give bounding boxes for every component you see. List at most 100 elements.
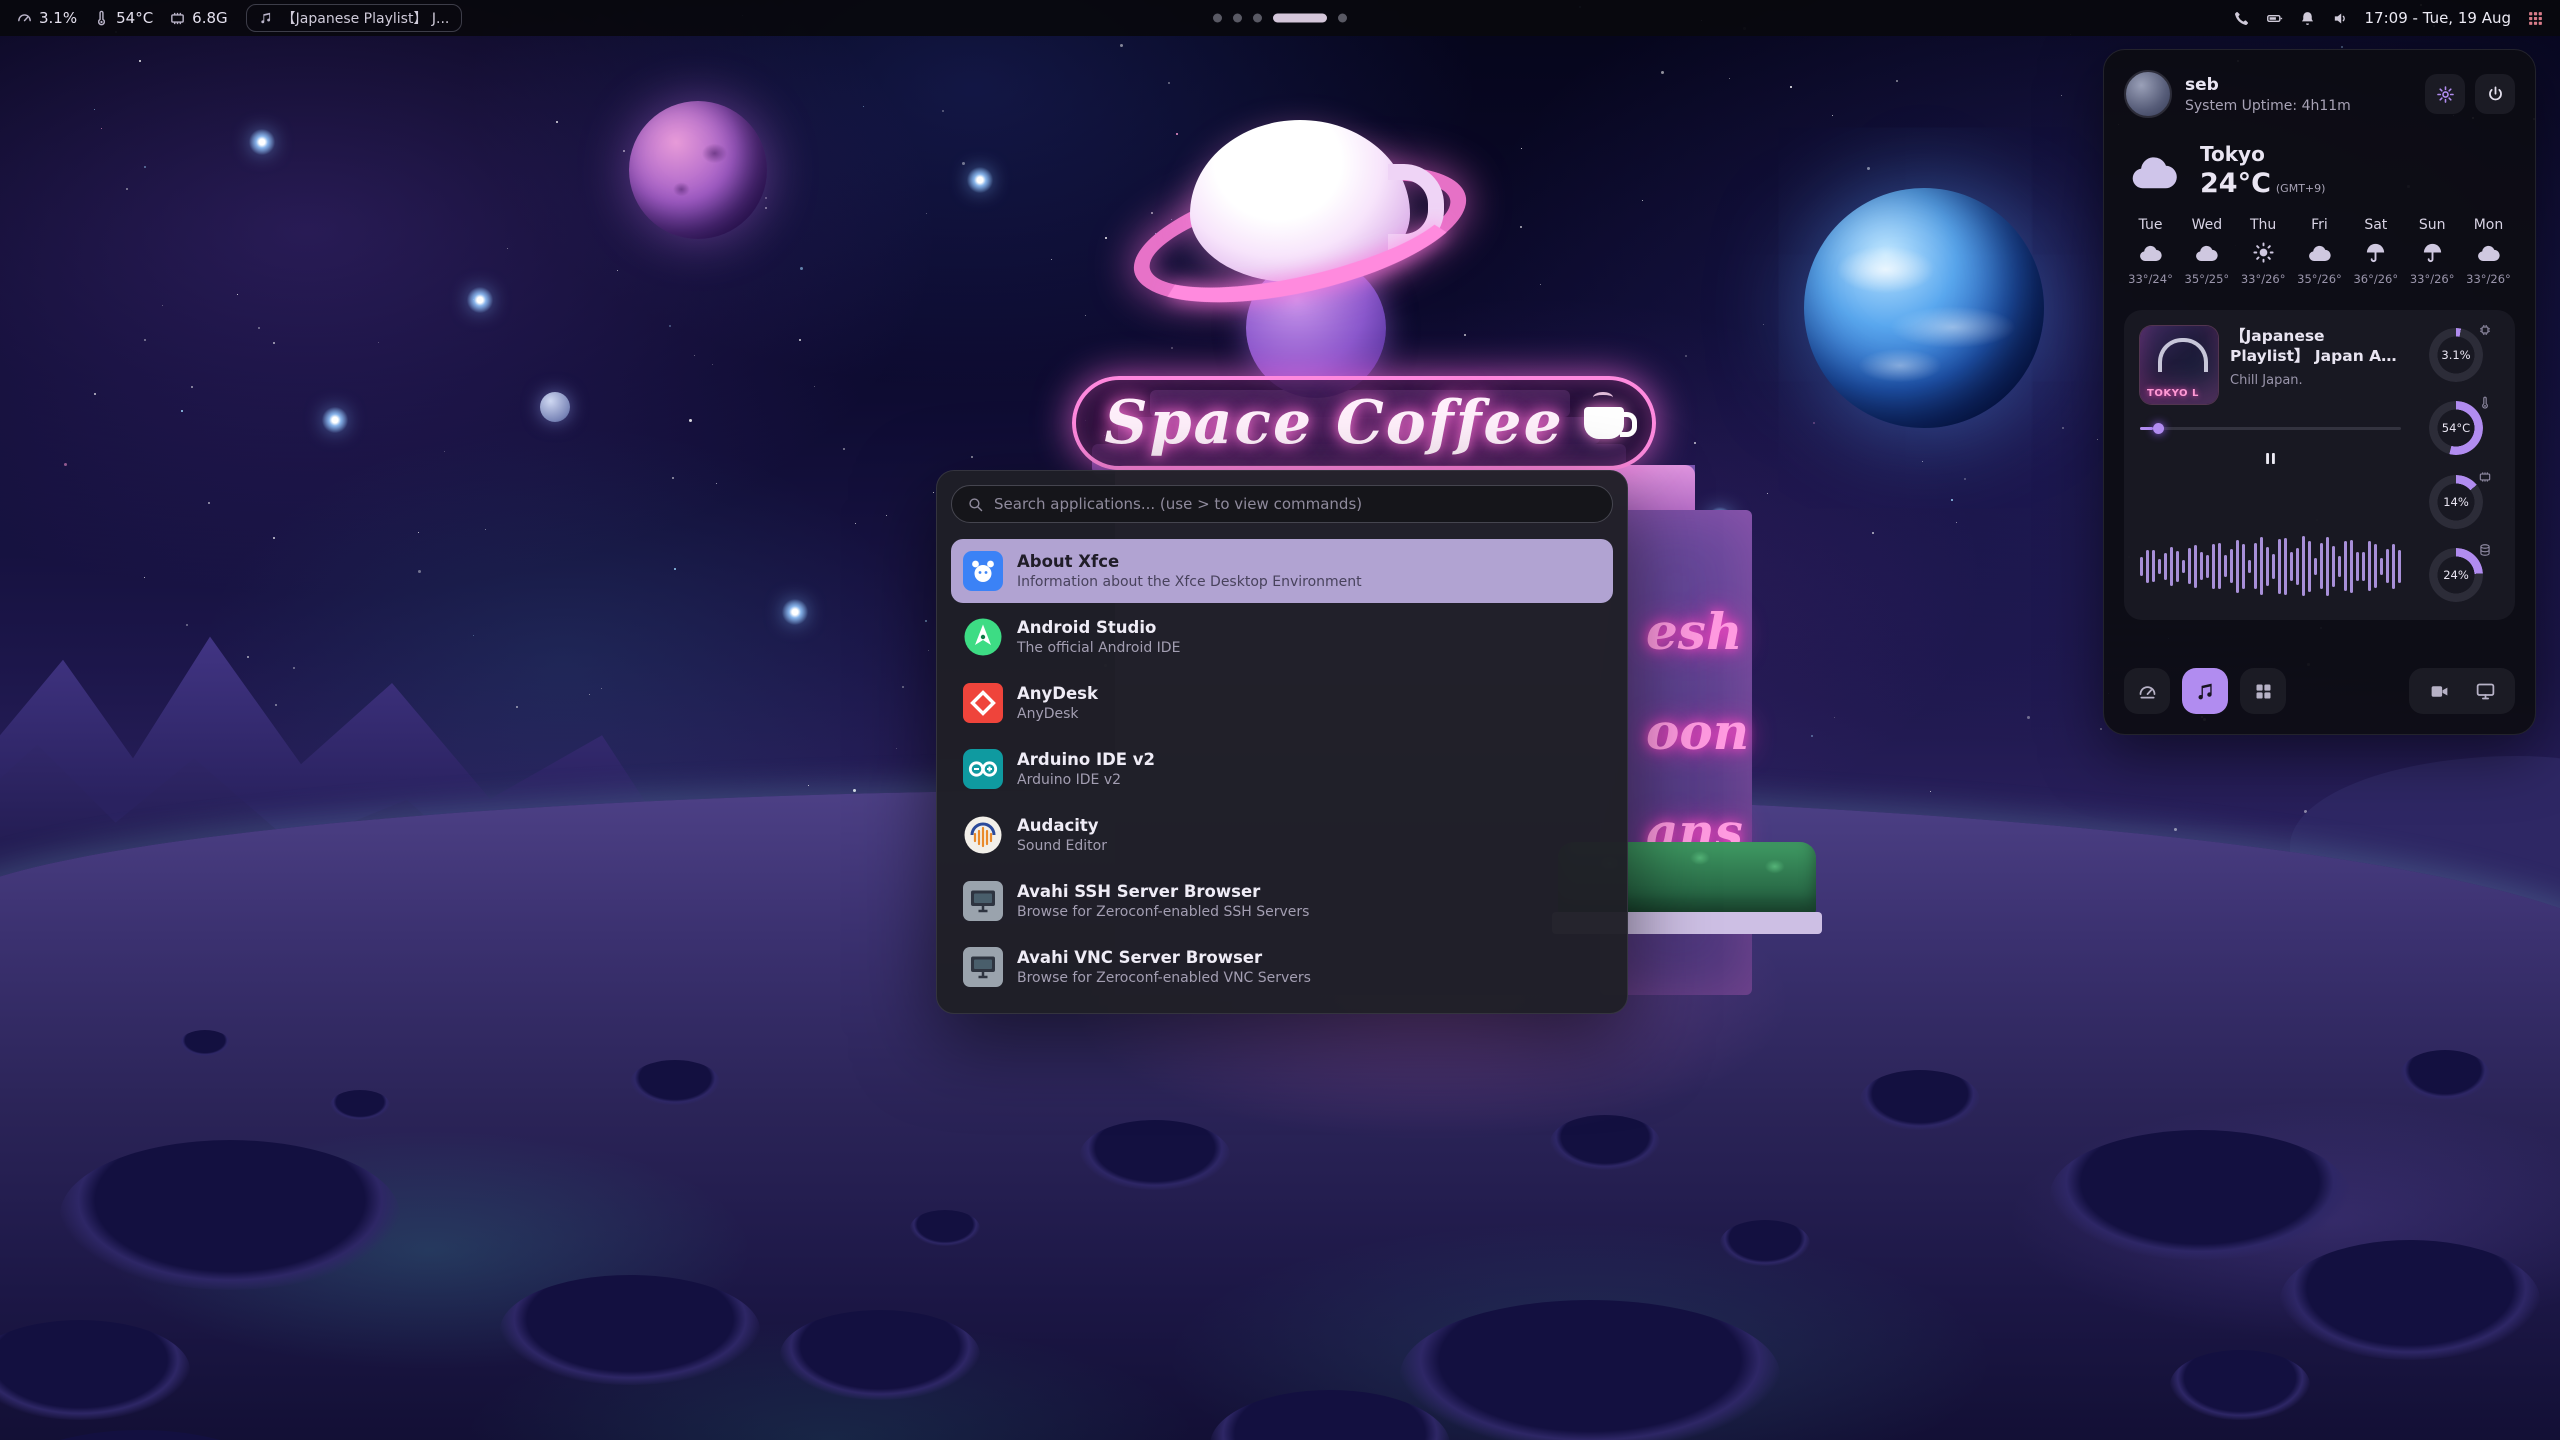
forecast-day: Sat <box>2364 217 2387 233</box>
workspace-4[interactable] <box>1273 14 1327 23</box>
crater <box>330 1090 390 1120</box>
stat-value: 6.8G <box>192 9 227 27</box>
app-description: Arduino IDE v2 <box>1017 772 1155 788</box>
settings-button[interactable] <box>2425 74 2465 114</box>
bell-icon[interactable] <box>2299 10 2316 27</box>
seek-slider[interactable] <box>2140 422 2401 435</box>
crater <box>0 1320 190 1420</box>
workspace-5[interactable] <box>1338 14 1347 23</box>
star <box>1956 522 1957 523</box>
star <box>101 128 102 129</box>
apps-grid-icon[interactable] <box>2527 10 2544 27</box>
track-subtitle: Chill Japan. <box>2230 373 2401 388</box>
forecast-day: Thu <box>2250 217 2276 233</box>
power-button[interactable] <box>2475 74 2515 114</box>
crater <box>2170 1350 2310 1420</box>
star <box>1811 735 1813 737</box>
star <box>765 197 767 199</box>
app-meta: AudacitySound Editor <box>1017 816 1107 854</box>
launcher-search-bar[interactable] <box>951 485 1613 523</box>
star <box>674 568 676 570</box>
phone-icon[interactable] <box>2233 10 2250 27</box>
star <box>126 188 128 190</box>
now-playing-pill[interactable]: 【Japanese Playlist】 J... <box>246 4 463 32</box>
now-playing-label: 【Japanese Playlist】 J... <box>282 8 450 28</box>
seek-knob[interactable] <box>2153 423 2164 434</box>
monitor-button[interactable] <box>2465 672 2505 710</box>
battery-icon[interactable] <box>2266 10 2283 27</box>
waveform-bar <box>2266 547 2269 586</box>
volume-icon[interactable] <box>2332 10 2349 27</box>
small-moon <box>540 392 570 422</box>
username: seb <box>2185 75 2351 95</box>
app-row-android-studio[interactable]: Android StudioThe official Android IDE <box>951 605 1613 669</box>
dashboard-button[interactable] <box>2124 668 2170 714</box>
gauge-ring: 14% <box>2429 475 2483 529</box>
crater <box>2400 1050 2490 1100</box>
app-row-anydesk[interactable]: AnyDeskAnyDesk <box>951 671 1613 735</box>
waveform-bar <box>2362 552 2365 581</box>
star <box>208 502 210 504</box>
workspace-indicator <box>1213 14 1347 23</box>
sun-icon <box>2250 241 2277 264</box>
app-row-avahi-ssh-server-browser[interactable]: Avahi SSH Server BrowserBrowse for Zeroc… <box>951 869 1613 933</box>
waveform-bar <box>2152 550 2155 582</box>
forecast-sat: Sat36°/26° <box>2349 217 2402 286</box>
star <box>191 386 193 388</box>
music-note-button[interactable] <box>2182 668 2228 714</box>
waveform-bar <box>2392 544 2395 589</box>
bright-star <box>465 285 495 315</box>
star <box>378 342 379 343</box>
waveform-bar <box>2170 547 2173 586</box>
forecast-temps: 33°/26° <box>2241 272 2286 286</box>
forecast-day: Fri <box>2311 217 2328 233</box>
app-meta: AnyDeskAnyDesk <box>1017 684 1098 722</box>
star <box>258 327 260 329</box>
bright-star <box>320 405 350 435</box>
star <box>507 248 508 249</box>
forecast-day: Wed <box>2192 217 2223 233</box>
window-neon-text: oon <box>1646 702 1749 762</box>
app-row-arduino-ide-v2[interactable]: Arduino IDE v2Arduino IDE v2 <box>951 737 1613 801</box>
waveform-bar <box>2314 558 2317 575</box>
workspace-1[interactable] <box>1213 14 1222 23</box>
waveform-bar <box>2380 558 2383 575</box>
app-name: About Xfce <box>1017 552 1362 571</box>
pause-button[interactable] <box>2254 443 2288 473</box>
star <box>2062 427 2064 429</box>
crater <box>60 1140 400 1290</box>
star <box>94 109 95 110</box>
star <box>418 570 421 573</box>
star <box>814 386 815 387</box>
app-row-avahi-vnc-server-browser[interactable]: Avahi VNC Server BrowserBrowse for Zeroc… <box>951 935 1613 999</box>
clock[interactable]: 17:09 - Tue, 19 Aug <box>2365 9 2511 27</box>
memory-icon <box>2478 470 2492 484</box>
crater <box>910 1210 980 1246</box>
video-button[interactable] <box>2419 672 2459 710</box>
star <box>139 60 141 62</box>
star <box>799 339 801 341</box>
forecast-temps: 35°/25° <box>2185 272 2230 286</box>
search-input[interactable] <box>994 495 1597 513</box>
star <box>1661 71 1664 74</box>
waveform-bar <box>2200 552 2203 580</box>
forecast-wed: Wed 35°/25° <box>2180 217 2233 286</box>
gauge-arc <box>2429 548 2483 602</box>
star <box>886 515 887 516</box>
star <box>863 106 864 107</box>
star <box>855 523 856 524</box>
app-row-about-xfce[interactable]: About XfceInformation about the Xfce Des… <box>951 539 1613 603</box>
app-row-audacity[interactable]: AudacitySound Editor <box>951 803 1613 867</box>
star <box>843 448 845 450</box>
gauge-disk: 24% <box>2425 548 2487 602</box>
workspace-3[interactable] <box>1253 14 1262 23</box>
star <box>1168 82 1170 84</box>
app-launcher: About XfceInformation about the Xfce Des… <box>936 470 1628 1014</box>
star <box>669 325 671 327</box>
waveform-bar <box>2158 559 2161 574</box>
gauge-stat: 3.1% <box>16 9 77 27</box>
neon-sign-text: Space Coffee <box>1104 388 1564 458</box>
apps-button[interactable] <box>2240 668 2286 714</box>
star <box>144 166 146 168</box>
workspace-2[interactable] <box>1233 14 1242 23</box>
